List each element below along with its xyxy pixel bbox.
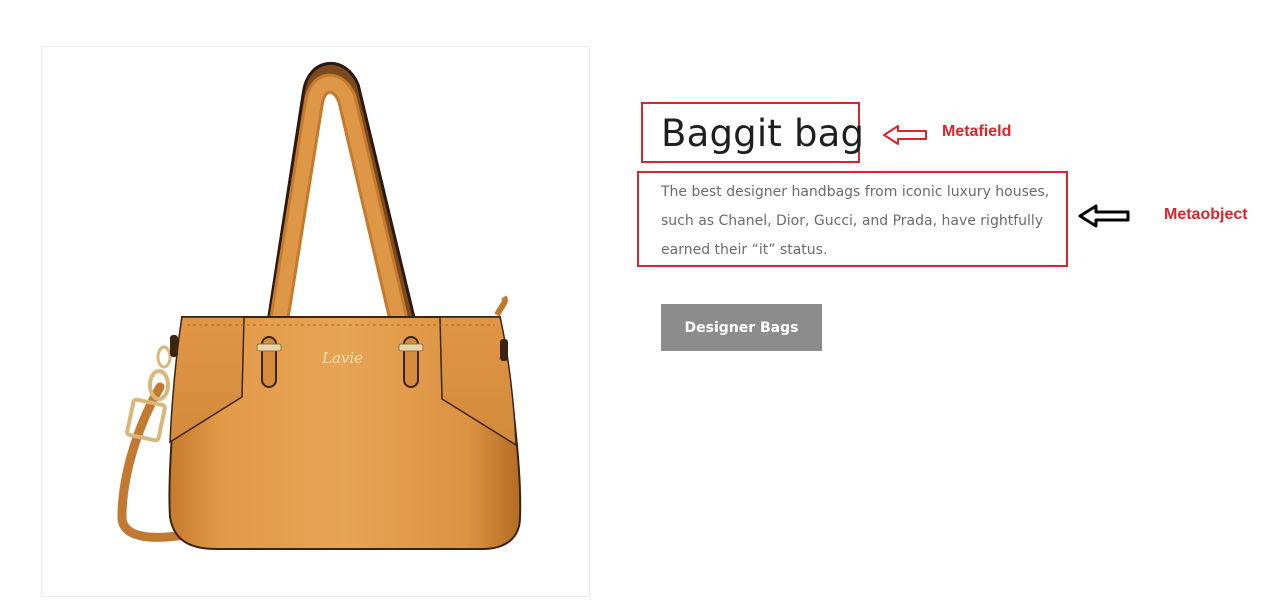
handbag-illustration: Lavie [117,62,522,550]
metaobject-label: Metaobject [1164,206,1248,223]
product-image: Lavie [41,46,590,597]
metafield-label: Metafield [942,123,1012,140]
brand-logo: Lavie [321,349,363,367]
metaobject-arrow-icon [1078,204,1130,228]
designer-bags-button[interactable]: Designer Bags [661,304,822,351]
product-title: Baggit bag [661,112,865,155]
metafield-arrow-icon [883,125,927,145]
product-description: The best designer handbags from iconic l… [661,184,1050,258]
